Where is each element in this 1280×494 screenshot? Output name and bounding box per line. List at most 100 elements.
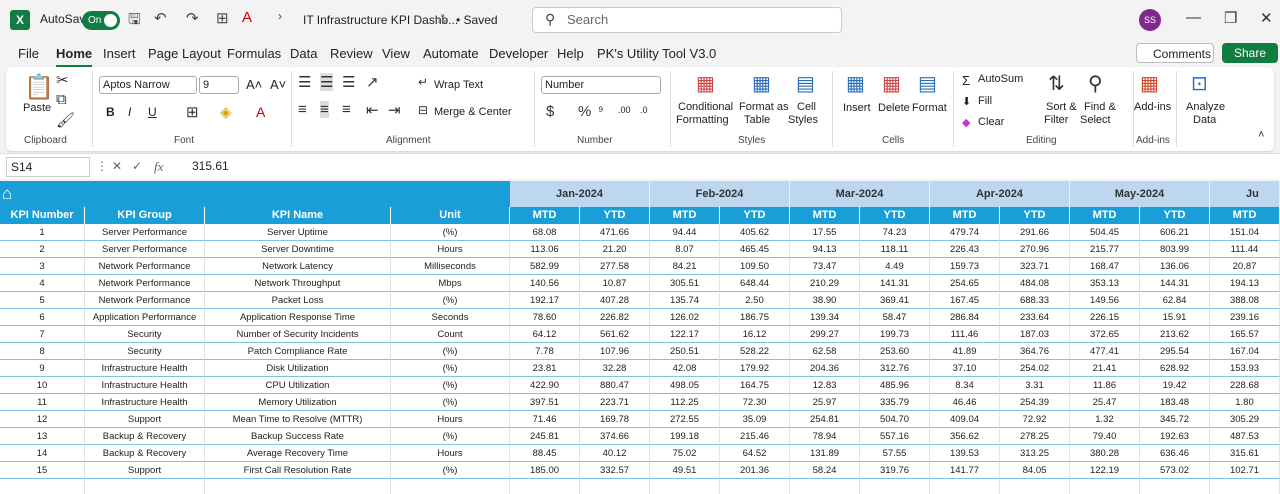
table-cell[interactable]: 210.29 (790, 275, 860, 292)
table-cell[interactable]: 204.36 (790, 360, 860, 377)
table-cell[interactable]: Application Response Time (205, 309, 391, 326)
table-cell[interactable]: 107.96 (580, 343, 650, 360)
table-cell[interactable]: Infrastructure Health (85, 360, 205, 377)
formula-input[interactable]: 315.61 (192, 159, 229, 173)
table-cell[interactable]: (%) (391, 394, 510, 411)
table-cell[interactable]: 21.41 (1070, 360, 1140, 377)
sort-filter-label-1[interactable]: Sort & (1046, 101, 1077, 113)
column-header[interactable]: YTD (580, 207, 650, 224)
table-cell[interactable]: 168.47 (1070, 258, 1140, 275)
tab-home[interactable]: Home (56, 46, 93, 67)
table-cell[interactable]: Application Performance (85, 309, 205, 326)
table-cell[interactable]: 233.64 (1000, 309, 1070, 326)
table-cell[interactable] (510, 479, 580, 494)
table-cell[interactable]: 561.62 (580, 326, 650, 343)
table-cell[interactable]: Disk Utilization (205, 360, 391, 377)
table-cell[interactable]: 226.82 (580, 309, 650, 326)
table-cell[interactable]: 62.84 (1140, 292, 1210, 309)
table-cell[interactable]: 335.79 (860, 394, 930, 411)
table-cell[interactable]: 199.73 (860, 326, 930, 343)
increase-decimal-icon[interactable]: .00 (618, 105, 631, 115)
table-cell[interactable] (205, 479, 391, 494)
table-cell[interactable]: (%) (391, 462, 510, 479)
table-cell[interactable]: CPU Utilization (205, 377, 391, 394)
table-cell[interactable]: Seconds (391, 309, 510, 326)
table-cell[interactable] (1210, 479, 1280, 494)
decrease-decimal-icon[interactable]: .0 (640, 105, 648, 115)
table-cell[interactable]: 312.76 (860, 360, 930, 377)
borders-icon[interactable]: ⊞ (186, 103, 199, 121)
table-cell[interactable]: 345.72 (1140, 411, 1210, 428)
table-cell[interactable]: 136.06 (1140, 258, 1210, 275)
column-header[interactable]: MTD (930, 207, 1000, 224)
align-bottom-icon[interactable]: ☰ (342, 73, 355, 91)
table-cell[interactable]: Memory Utilization (205, 394, 391, 411)
table-cell[interactable]: 388.08 (1210, 292, 1280, 309)
avatar[interactable]: SS (1139, 9, 1161, 31)
table-cell[interactable]: 215.46 (720, 428, 790, 445)
sort-filter-label-2[interactable]: Filter (1044, 114, 1068, 126)
comments-button[interactable]: Comments (1136, 43, 1214, 63)
table-cell[interactable]: First Call Resolution Rate (205, 462, 391, 479)
table-cell[interactable]: 648.44 (720, 275, 790, 292)
table-cell[interactable]: 254.39 (1000, 394, 1070, 411)
table-cell[interactable]: 1.80 (1210, 394, 1280, 411)
tab-data[interactable]: Data (290, 46, 317, 61)
table-cell[interactable]: 71.46 (510, 411, 580, 428)
column-header[interactable]: KPI Number (0, 207, 85, 224)
name-box[interactable]: S14 (6, 157, 90, 177)
orientation-icon[interactable]: ↗ (366, 73, 379, 91)
table-cell[interactable]: Support (85, 462, 205, 479)
format-as-table-label-1[interactable]: Format as (739, 101, 789, 113)
autosum-button[interactable]: AutoSum (978, 73, 1023, 85)
table-cell[interactable] (1140, 479, 1210, 494)
table-cell[interactable]: 9 (0, 360, 85, 377)
table-cell[interactable]: Network Latency (205, 258, 391, 275)
table-cell[interactable]: 75.02 (650, 445, 720, 462)
table-cell[interactable]: 78.60 (510, 309, 580, 326)
currency-icon[interactable]: $ (546, 103, 554, 120)
table-cell[interactable]: 64.12 (510, 326, 580, 343)
table-cell[interactable]: 286.84 (930, 309, 1000, 326)
autosave-toggle[interactable]: On (82, 11, 120, 30)
tab-file[interactable]: File (18, 46, 39, 61)
find-select-label-1[interactable]: Find & (1084, 101, 1116, 113)
cell-styles-label-2[interactable]: Styles (788, 114, 818, 126)
table-cell[interactable]: 144.31 (1140, 275, 1210, 292)
tab-review[interactable]: Review (330, 46, 373, 61)
font-name-select[interactable]: Aptos Narrow (99, 76, 197, 94)
table-cell[interactable]: 32.28 (580, 360, 650, 377)
table-cell[interactable]: 102.71 (1210, 462, 1280, 479)
table-cell[interactable]: Network Throughput (205, 275, 391, 292)
table-cell[interactable]: Infrastructure Health (85, 377, 205, 394)
table-cell[interactable]: 7.78 (510, 343, 580, 360)
table-cell[interactable]: 3 (0, 258, 85, 275)
table-cell[interactable]: 111.44 (1210, 241, 1280, 258)
table-cell[interactable]: 356.62 (930, 428, 1000, 445)
table-cell[interactable]: 504.70 (860, 411, 930, 428)
table-cell[interactable]: 194.13 (1210, 275, 1280, 292)
table-cell[interactable]: 582.99 (510, 258, 580, 275)
table-cell[interactable]: 122.19 (1070, 462, 1140, 479)
table-cell[interactable]: Number of Security Incidents (205, 326, 391, 343)
table-cell[interactable]: Packet Loss (205, 292, 391, 309)
table-cell[interactable]: 223.71 (580, 394, 650, 411)
decrease-indent-icon[interactable]: ⇤ (366, 101, 379, 119)
table-cell[interactable]: 498.05 (650, 377, 720, 394)
table-cell[interactable]: 6 (0, 309, 85, 326)
table-cell[interactable]: (%) (391, 360, 510, 377)
table-cell[interactable]: 606.21 (1140, 224, 1210, 241)
column-header[interactable]: KPI Name (205, 207, 391, 224)
delete-button[interactable]: Delete (878, 102, 910, 114)
align-right-icon[interactable]: ≡ (342, 101, 351, 118)
table-cell[interactable]: Server Performance (85, 224, 205, 241)
table-cell[interactable]: 213.62 (1140, 326, 1210, 343)
table-cell[interactable]: Network Performance (85, 292, 205, 309)
more-commands-icon[interactable]: › (278, 9, 282, 23)
column-header[interactable]: YTD (1000, 207, 1070, 224)
table-cell[interactable]: 41.89 (930, 343, 1000, 360)
table-cell[interactable]: 215.77 (1070, 241, 1140, 258)
table-cell[interactable]: 369.41 (860, 292, 930, 309)
table-cell[interactable]: 118.11 (860, 241, 930, 258)
saved-status[interactable]: • Saved (456, 13, 498, 27)
